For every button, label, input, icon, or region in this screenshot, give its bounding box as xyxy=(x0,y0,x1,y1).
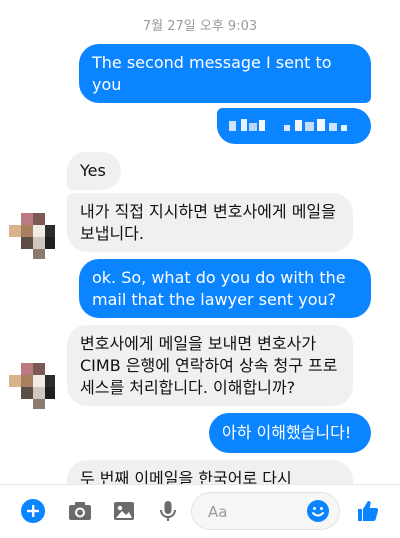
chat-timestamp: 7월 27일 오후 9:03 xyxy=(142,19,258,34)
camera-icon[interactable] xyxy=(67,498,93,524)
sender-avatar[interactable] xyxy=(9,213,55,259)
message-bubble-outgoing-pixelated[interactable] xyxy=(217,108,371,144)
pixelated-content xyxy=(229,119,359,133)
message-bubble-outgoing[interactable]: The second message I sent to you xyxy=(79,44,371,103)
message-bubble-incoming[interactable]: 변호사에게 메일을 보내면 변호사가 CIMB 은행에 연락하여 상속 청구 프… xyxy=(67,325,353,406)
message-bubble-outgoing[interactable]: 아하 이해했습니다! xyxy=(209,413,371,453)
message-bubble-outgoing[interactable]: ok. So, what do you do with the mail tha… xyxy=(79,259,371,318)
sender-avatar[interactable] xyxy=(9,363,55,409)
message-bubble-incoming[interactable]: 내가 직접 지시하면 변호사에게 메일을 보냅니다. xyxy=(67,193,353,252)
composer-toolbar xyxy=(0,484,400,538)
emoji-icon[interactable] xyxy=(305,498,331,524)
message-bubble-incoming[interactable]: Yes xyxy=(67,152,121,190)
message-input-box[interactable] xyxy=(191,492,340,530)
add-icon[interactable] xyxy=(20,498,46,524)
microphone-icon[interactable] xyxy=(155,498,181,524)
message-input[interactable] xyxy=(206,501,310,523)
gallery-icon[interactable] xyxy=(111,498,137,524)
like-icon[interactable] xyxy=(355,498,381,524)
